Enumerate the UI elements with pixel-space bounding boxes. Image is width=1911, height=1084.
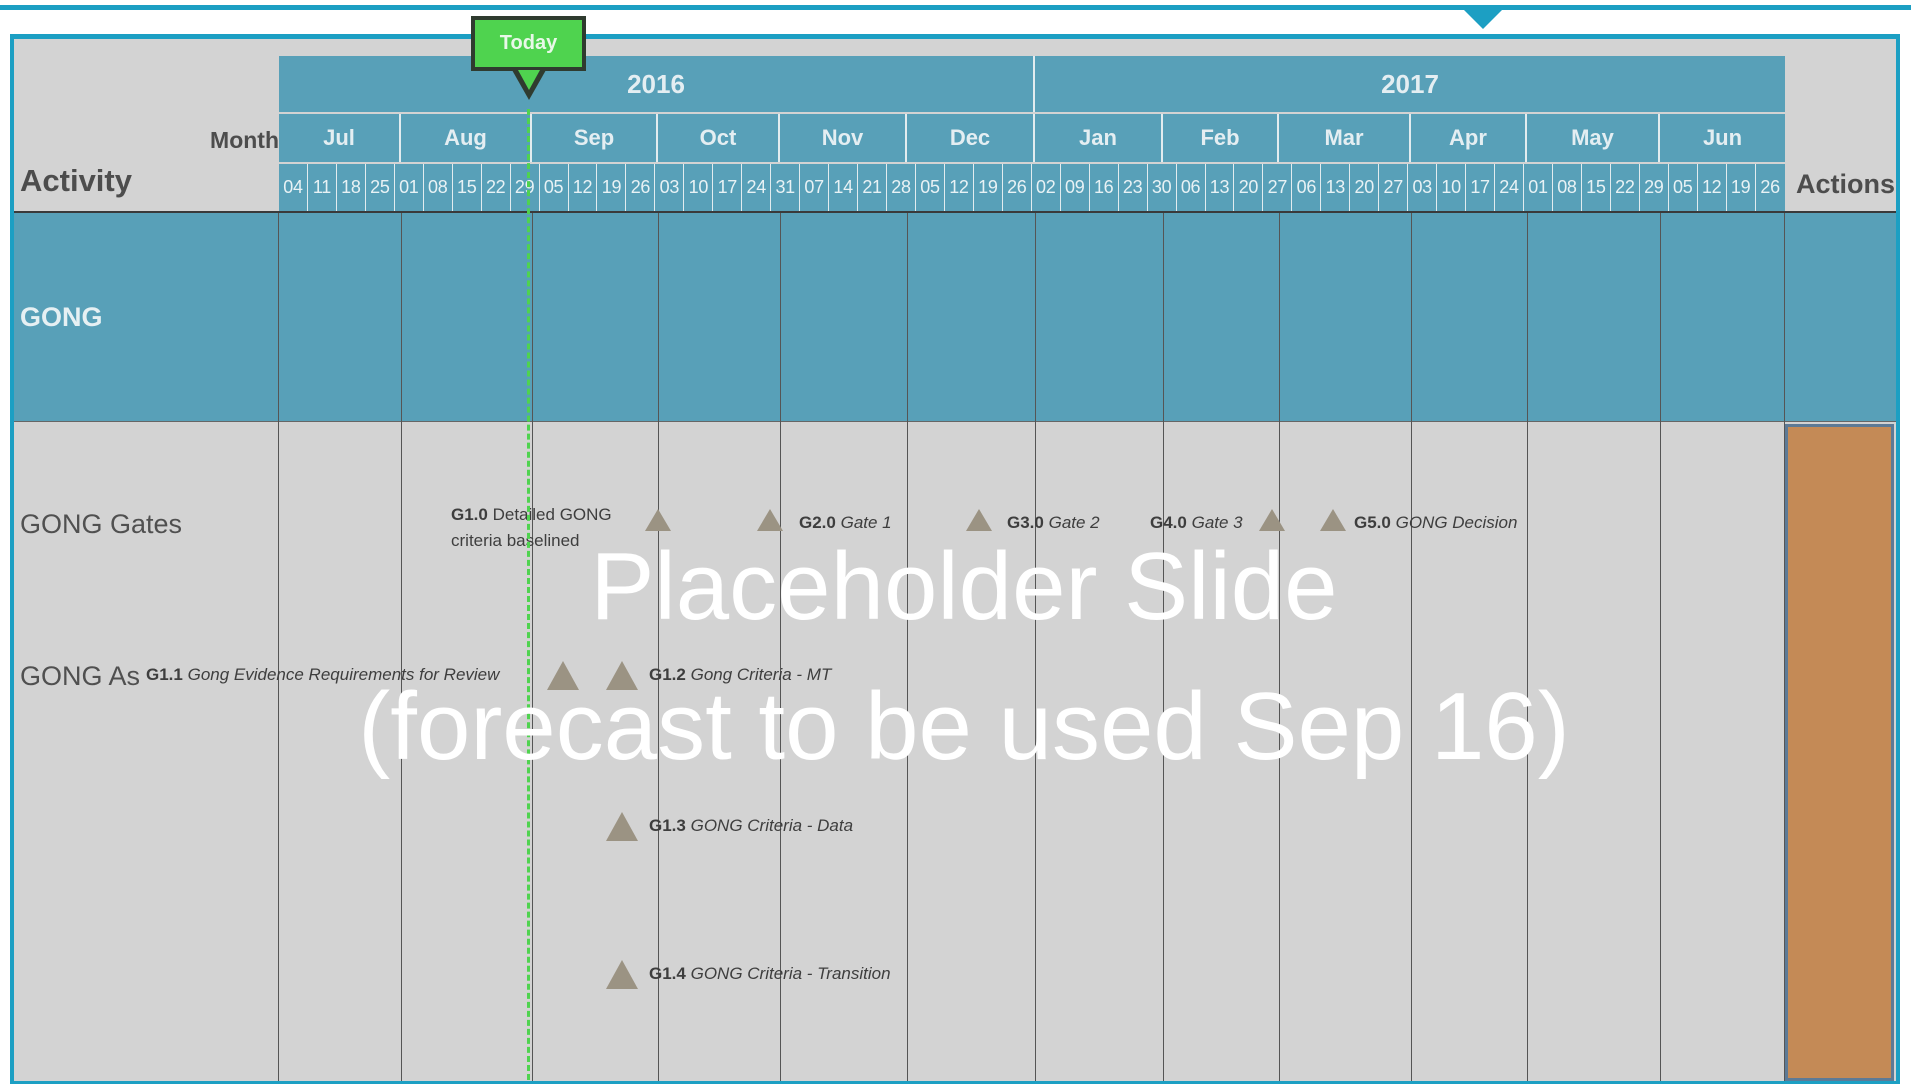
year-2017: 2017	[1035, 56, 1785, 112]
month-jun: Jun	[1660, 114, 1785, 162]
week-cell: 17	[1466, 164, 1496, 211]
week-cell: 18	[336, 164, 366, 211]
week-cell: 10	[684, 164, 714, 211]
week-cell: 02	[1031, 164, 1061, 211]
month-sep: Sep	[532, 114, 658, 162]
week-cell: 13	[1321, 164, 1351, 211]
week-cell: 08	[1552, 164, 1582, 211]
month-mar: Mar	[1279, 114, 1411, 162]
milestone-g1-4-label: G1.4 GONG Criteria - Transition	[649, 964, 891, 984]
milestone-g1-3-id: G1.3	[649, 816, 686, 835]
week-cell: 30	[1147, 164, 1177, 211]
week-cell: 04	[279, 164, 308, 211]
week-cell: 29	[1639, 164, 1669, 211]
week-cell: 17	[713, 164, 743, 211]
milestone-g1-4-text: GONG Criteria - Transition	[690, 964, 891, 983]
week-cell: 19	[597, 164, 627, 211]
week-cell: 01	[1523, 164, 1553, 211]
today-flag[interactable]: Today	[471, 16, 586, 71]
placeholder-line-1: Placeholder Slide	[590, 533, 1338, 640]
week-cell: 26	[626, 164, 656, 211]
week-cell: 05	[1668, 164, 1698, 211]
actions-cell	[1785, 424, 1894, 1081]
week-cell: 05	[915, 164, 945, 211]
year-2016: 2016	[279, 56, 1035, 112]
week-cell: 07	[800, 164, 830, 211]
month-jul: Jul	[279, 114, 401, 162]
week-cell: 27	[1379, 164, 1409, 211]
month-jan: Jan	[1035, 114, 1163, 162]
week-cell: 24	[742, 164, 772, 211]
week-cell: 01	[394, 164, 424, 211]
week-cell: 03	[1408, 164, 1438, 211]
milestone-g1-4-marker	[606, 960, 638, 989]
week-cell: 11	[307, 164, 337, 211]
month-aug: Aug	[401, 114, 532, 162]
week-cell: 24	[1495, 164, 1524, 211]
week-cell: 23	[1118, 164, 1148, 211]
actions-label: Actions	[1796, 169, 1896, 199]
group-band	[14, 213, 1896, 421]
week-cell: 15	[1581, 164, 1611, 211]
week-cell: 22	[481, 164, 511, 211]
month-apr: Apr	[1411, 114, 1527, 162]
week-cell: 03	[655, 164, 685, 211]
placeholder-overlay: Placeholder Slide (forecast to be used S…	[264, 517, 1664, 797]
week-cell: 16	[1089, 164, 1119, 211]
week-cell: 12	[1697, 164, 1727, 211]
week-cell: 06	[1292, 164, 1322, 211]
week-cell: 14	[829, 164, 859, 211]
week-cell: 06	[1176, 164, 1206, 211]
milestone-g1-3-text: GONG Criteria - Data	[690, 816, 854, 835]
week-cell: 05	[539, 164, 569, 211]
week-cell: 12	[568, 164, 598, 211]
week-cell: 20	[1234, 164, 1264, 211]
month-row: Jul Aug Sep Oct Nov Dec Jan Feb Mar Apr …	[279, 114, 1785, 162]
today-pointer-fill	[518, 70, 540, 90]
week-cell: 22	[1610, 164, 1640, 211]
week-cell: 20	[1350, 164, 1380, 211]
week-row: 04 11 18 25 01 08 15 22 29 05 12 19 26 03 10 17 24 31 07 14…	[279, 164, 1785, 211]
month-oct: Oct	[658, 114, 780, 162]
gantt-chart: Month Activity Actions 2016 2017 Jul Aug…	[14, 39, 1896, 1081]
week-cell: 21	[858, 164, 888, 211]
week-cell: 27	[1263, 164, 1293, 211]
today-label: Today	[499, 32, 558, 54]
group-label: GONG	[20, 302, 103, 332]
month-nov: Nov	[780, 114, 907, 162]
top-accent-bar	[0, 5, 1911, 10]
month-dec: Dec	[907, 114, 1035, 162]
week-cell: 29	[510, 164, 540, 211]
milestone-g1-3-marker	[606, 812, 638, 841]
milestone-g1-3-label: G1.3 GONG Criteria - Data	[649, 816, 853, 836]
week-cell: 26	[1755, 164, 1785, 211]
milestone-g1-4-id: G1.4	[649, 964, 686, 983]
row-label-gates: GONG Gates	[20, 509, 183, 539]
week-cell: 08	[423, 164, 453, 211]
week-cell: 13	[1205, 164, 1235, 211]
week-cell: 26	[1002, 164, 1032, 211]
group-divider	[14, 421, 1896, 422]
week-cell: 31	[771, 164, 801, 211]
week-cell: 25	[365, 164, 395, 211]
month-feb: Feb	[1163, 114, 1279, 162]
slide-marker-caret	[1464, 10, 1502, 29]
month-may: May	[1527, 114, 1660, 162]
week-cell: 10	[1437, 164, 1467, 211]
week-cell: 15	[452, 164, 482, 211]
week-cell: 19	[973, 164, 1003, 211]
milestone-g1-1-id: G1.1	[146, 665, 183, 684]
week-cell: 28	[887, 164, 916, 211]
month-label: Month	[210, 127, 279, 153]
placeholder-line-2: (forecast to be used Sep 16)	[358, 673, 1570, 780]
week-cell: 12	[944, 164, 974, 211]
row-label-assessment: GONG As	[20, 661, 141, 691]
activity-label: Activity	[20, 163, 132, 198]
week-cell: 19	[1726, 164, 1756, 211]
week-cell: 09	[1060, 164, 1090, 211]
